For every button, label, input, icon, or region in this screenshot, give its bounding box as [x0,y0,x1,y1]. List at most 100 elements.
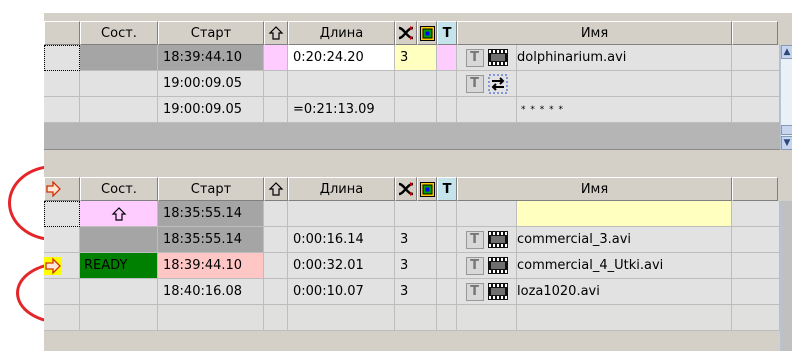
header-text[interactable]: T [437,21,457,45]
extra-cell [732,201,780,227]
film-icon [487,231,508,248]
start-cell: 18:39:44.10 [158,253,264,279]
scroll-thumb[interactable] [781,125,792,135]
table-row[interactable]: 19:00:09.05 =0:21:13.09 * * * * * [44,97,780,123]
pink-cell [437,45,457,71]
arrow-up-icon [111,206,126,221]
status-cell [80,45,158,71]
header-start[interactable]: Старт [158,21,264,45]
status-cell [80,227,158,253]
row-selector[interactable] [44,45,80,71]
count-cell [395,97,437,123]
header-start[interactable]: Старт [158,177,264,201]
start-cell: 18:35:55.14 [158,227,264,253]
name-cell: loza1020.avi [517,279,732,305]
header-extra [732,177,778,201]
scroll-up-button[interactable]: ▲ [781,45,792,59]
row-selector[interactable] [44,253,80,279]
shuffle-icon [398,182,414,196]
anchor-cell [264,201,288,227]
count-cell [395,305,437,331]
arrow-up-icon [268,182,284,196]
scroll-down-button[interactable]: ▼ [781,136,792,150]
bottom-scrollbar[interactable] [780,201,792,351]
table-row[interactable]: READY 18:39:44.10 0:00:32.01 3 T commerc… [44,253,780,279]
pink-cell [437,253,457,279]
extra-cell [732,71,780,97]
start-cell [158,305,264,331]
icon-cell: T [457,253,517,279]
window-top-border [44,12,792,21]
pink-cell [437,71,457,97]
start-cell: 18:40:16.08 [158,279,264,305]
count-cell [395,71,437,97]
header-play-marker[interactable] [44,177,80,201]
t-icon: T [465,230,484,249]
row-selector[interactable] [44,71,80,97]
name-cell: commercial_4_Utki.avi [517,253,732,279]
table-row[interactable]: 18:35:55.14 0:00:16.14 3 T commercial_3.… [44,227,780,253]
extra-cell [732,253,780,279]
header-name[interactable]: Имя [457,177,732,201]
header-length[interactable]: Длина [288,21,395,45]
t-icon: T [442,181,452,197]
header-anchor[interactable] [264,177,288,201]
row-selector[interactable] [44,227,80,253]
length-cell [288,201,395,227]
name-cell [517,305,732,331]
header-shuffle[interactable] [395,21,417,45]
extra-cell [732,227,780,253]
extra-cell [732,279,780,305]
icon-cell: T [457,71,517,97]
table-row[interactable]: 18:40:16.08 0:00:10.07 3 T loza1020.avi [44,279,780,305]
row-selector[interactable] [44,201,80,227]
status-cell [80,305,158,331]
table-row-partial [44,305,780,331]
row-selector[interactable] [44,279,80,305]
color-box-icon [419,25,435,41]
header-name[interactable]: Имя [457,21,732,45]
count-cell: 3 [395,227,437,253]
arrow-up-icon [268,26,284,40]
table-row[interactable]: 18:39:44.10 0:20:24.20 3 T dolphinarium.… [44,45,780,71]
screenshot-root: Сост. Старт Длина T Имя 18:39:44.10 0:20… [0,0,792,351]
icon-cell: T [457,227,517,253]
header-blank[interactable] [44,21,80,45]
header-length[interactable]: Длина [288,177,395,201]
swap-icon [488,74,507,93]
t-icon: T [465,256,484,275]
status-cell [80,71,158,97]
header-color[interactable] [417,177,437,201]
anchor-cell [264,227,288,253]
header-color[interactable] [417,21,437,45]
length-cell [288,305,395,331]
table-row[interactable]: 19:00:09.05 T [44,71,780,97]
length-cell: 0:00:32.01 [288,253,395,279]
header-anchor[interactable] [264,21,288,45]
anchor-cell [264,253,288,279]
count-cell [395,201,437,227]
row-selector[interactable] [44,97,80,123]
header-shuffle[interactable] [395,177,417,201]
length-cell: 0:00:16.14 [288,227,395,253]
length-cell: =0:21:13.09 [288,97,395,123]
header-status[interactable]: Сост. [80,177,158,201]
header-status[interactable]: Сост. [80,21,158,45]
film-icon [487,283,508,300]
table-row[interactable]: 18:35:55.14 [44,201,780,227]
status-badge: READY [80,253,158,279]
anchor-cell [264,45,288,71]
play-marker-icon [44,256,62,275]
pink-cell [437,279,457,305]
start-cell: 19:00:09.05 [158,97,264,123]
top-scrollbar[interactable]: ▲ ▼ [780,45,792,150]
pink-cell [437,305,457,331]
name-cell: dolphinarium.avi [517,45,732,71]
status-cell [80,279,158,305]
status-cell [80,97,158,123]
pane-splitter[interactable] [44,151,792,177]
header-text[interactable]: T [437,177,457,201]
shuffle-icon [398,26,414,40]
t-icon: T [465,74,484,93]
length-cell [288,71,395,97]
